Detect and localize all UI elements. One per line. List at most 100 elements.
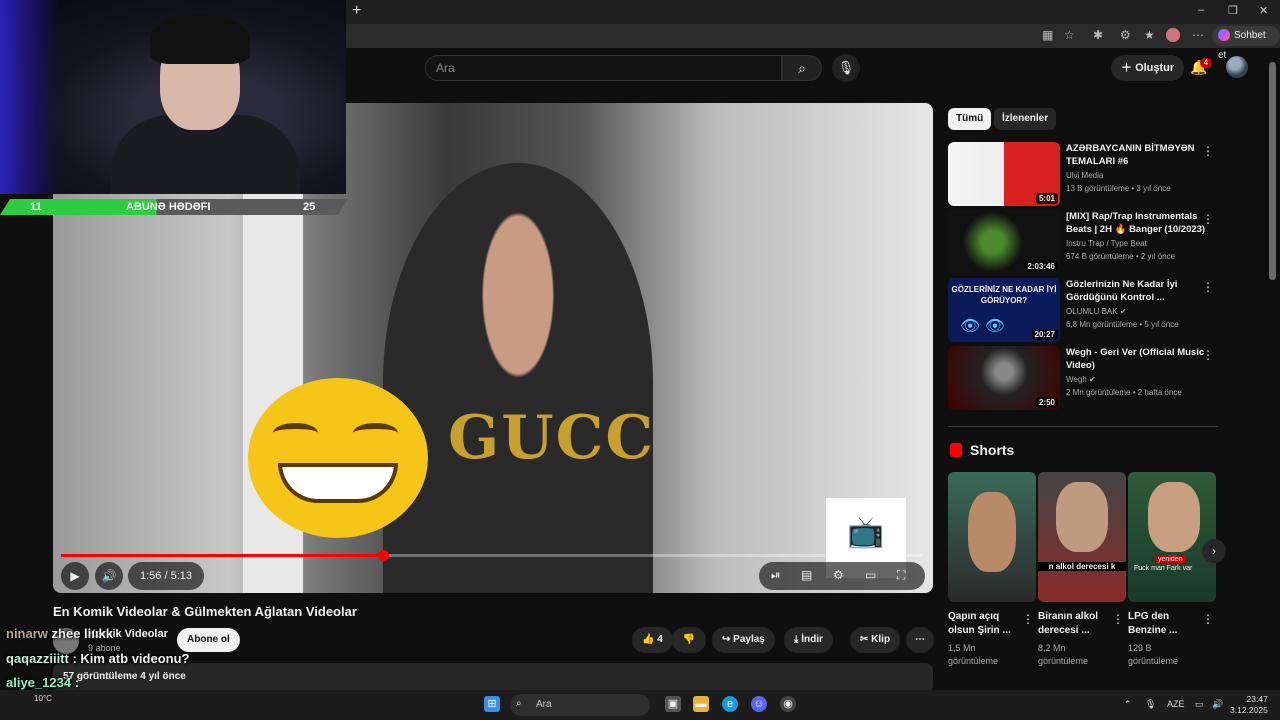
more-vert-icon[interactable]: ⋮ — [1202, 212, 1214, 226]
rec-title: AZƏRBAYCANIN BİTMƏYƏN TEMALARI #6 — [1066, 143, 1195, 167]
more-vert-icon[interactable]: ⋮ — [1202, 280, 1214, 294]
chip-watched[interactable]: İzlenenler — [994, 108, 1057, 130]
duration-badge: 5:01 — [1035, 193, 1058, 204]
download-label: İndir — [801, 634, 823, 645]
subscribe-button[interactable]: Abone ol — [177, 628, 240, 652]
extensions-icon[interactable]: ✱ — [1093, 28, 1103, 42]
search-input[interactable]: Ara — [425, 55, 782, 81]
chevron-up-icon[interactable]: ⌃ — [1124, 699, 1132, 710]
chat-user: aliye_1234 — [6, 675, 72, 690]
recommended-video[interactable]: GÖZLERİNİZ NE KADAR İYİ GÖRÜYOR? 👁 👁 20:… — [948, 278, 1218, 342]
progress-scrubber[interactable] — [377, 550, 389, 561]
microphone-icon[interactable]: 🎙 — [1145, 699, 1156, 710]
account-avatar[interactable] — [1226, 56, 1248, 78]
file-explorer-icon[interactable]: ▬ — [693, 696, 709, 712]
address-bar[interactable] — [346, 24, 1280, 48]
copilot-button[interactable]: Sohbet et — [1212, 26, 1280, 61]
recommended-video[interactable]: 2:03:46 [MIX] Rap/Trap Instrumentals Bea… — [948, 210, 1218, 274]
download-button[interactable]: ⤓ İndir — [784, 627, 833, 653]
voice-search-button[interactable]: 🎙 — [832, 54, 860, 82]
scrollbar-thumb[interactable] — [1269, 62, 1276, 280]
short-caption: Fuck man Fark var — [1134, 565, 1193, 572]
volume-button[interactable]: 🔊 — [95, 562, 123, 590]
profile-avatar[interactable] — [1166, 28, 1180, 42]
share-label: Paylaş — [733, 634, 765, 645]
chip-all[interactable]: Tümü — [948, 108, 992, 130]
close-icon[interactable]: ✕ — [1259, 4, 1268, 17]
view-meta: 57 görüntüleme 4 yıl önce — [63, 671, 186, 682]
short-person — [1148, 482, 1200, 552]
more-actions-button[interactable]: ⋯ — [906, 627, 934, 653]
system-clock[interactable]: 23:47 3.12.2025 — [1230, 694, 1268, 716]
more-vert-icon[interactable]: ⋮ — [1202, 348, 1214, 362]
weather-widget[interactable]: 10°C — [34, 694, 52, 703]
play-button[interactable]: ▶ — [61, 562, 89, 590]
description-box[interactable]: 57 görüntüleme 4 yıl önce — [53, 663, 933, 693]
start-windows-icon[interactable]: ⊞ — [484, 696, 500, 712]
theater-mode-icon[interactable]: ▭ — [865, 568, 876, 582]
more-vert-icon[interactable]: ⋮ — [1022, 612, 1034, 626]
task-view-icon[interactable]: ▣ — [665, 696, 681, 712]
microphone-icon: 🎙 — [837, 60, 855, 75]
more-vert-icon[interactable]: ⋮ — [1112, 612, 1124, 626]
more-menu-icon[interactable]: ⋯ — [1192, 28, 1204, 42]
recommended-video[interactable]: 2:50 Wegh - Geri Ver (Official Music Vid… — [948, 346, 1218, 410]
extension-icon[interactable]: ⚙ — [1120, 28, 1131, 42]
progress-bar[interactable] — [61, 550, 923, 561]
settings-gear-icon[interactable]: ⚙ — [833, 568, 844, 582]
clock-date: 3.12.2025 — [1230, 705, 1268, 715]
chevron-right-icon: › — [1212, 544, 1216, 558]
recommended-video[interactable]: 5:01 AZƏRBAYCANIN BİTMƏYƏN TEMALARI #6 U… — [948, 142, 1218, 206]
like-button[interactable]: 👍 4 — [632, 627, 673, 653]
fullscreen-icon[interactable]: ⛶ — [897, 568, 905, 583]
rec-channel: Wegh ✔ — [1066, 375, 1096, 384]
create-button[interactable]: ＋ Oluştur — [1111, 55, 1185, 81]
subtitles-icon[interactable]: ▤ — [801, 568, 812, 582]
rec-channel: OLUMLU BAK ✔ — [1066, 307, 1127, 316]
volume-icon: 🔊 — [101, 569, 117, 583]
taskbar-search[interactable]: Ara — [510, 694, 650, 716]
share-button[interactable]: ↪ Paylaş — [712, 627, 775, 653]
new-tab-button[interactable]: + — [352, 2, 361, 20]
favorites-icon[interactable]: ★ — [1144, 28, 1155, 42]
favorite-star-icon[interactable]: ☆ — [1064, 28, 1075, 42]
short-thumbnail[interactable]: n alkol derecesi k — [1038, 472, 1126, 602]
shorts-heading: Shorts — [970, 442, 1015, 458]
minimize-icon[interactable]: – — [1198, 4, 1204, 16]
autoplay-toggle[interactable]: ⏯ — [771, 568, 781, 583]
thumbnail-text: GÖZLERİNİZ NE KADAR İYİ GÖRÜYOR? — [951, 285, 1057, 305]
more-vert-icon[interactable]: ⋮ — [1202, 612, 1214, 626]
network-icon[interactable]: ▭ — [1195, 699, 1204, 710]
shorts-next-button[interactable]: › — [1202, 539, 1226, 563]
time-display: 1:56 / 5:13 — [128, 562, 204, 590]
volume-icon[interactable]: 🔊 — [1212, 699, 1223, 710]
dislike-button[interactable]: 👎 — [672, 627, 706, 653]
chat-message: aliye_1234 : — [6, 675, 80, 690]
emoji-mouth — [278, 463, 398, 503]
divider — [948, 426, 1218, 427]
emoji-eye — [273, 423, 318, 443]
short-title: LPG den Benzine ... — [1128, 611, 1178, 636]
player-right-controls: ⏯ ▤ ⚙ ▭ ⛶ — [759, 562, 925, 590]
edge-browser-icon[interactable]: e — [722, 696, 738, 712]
thumbs-up-icon: 👍 — [642, 634, 658, 645]
chat-user: ninarw — [6, 626, 48, 641]
plus-icon: ＋ — [1121, 62, 1136, 74]
short-thumbnail[interactable] — [948, 472, 1036, 602]
like-count: 4 — [657, 634, 663, 645]
maximize-icon[interactable]: ❐ — [1228, 4, 1238, 17]
discord-icon[interactable]: ☺ — [751, 696, 767, 712]
progress-fill — [61, 554, 383, 557]
app-icon[interactable]: ▦ — [1042, 28, 1053, 42]
clip-button[interactable]: ✂ Klip — [850, 627, 901, 653]
input-language[interactable]: AZE — [1167, 699, 1185, 709]
webcam-overlay — [0, 0, 346, 194]
search-button[interactable]: ⌕ — [782, 55, 822, 81]
play-icon: ▶ — [70, 569, 80, 583]
more-vert-icon[interactable]: ⋮ — [1202, 144, 1214, 158]
short-thumbnail[interactable]: yeniden Fuck man Fark var — [1128, 472, 1216, 602]
obs-icon[interactable]: ◉ — [780, 696, 796, 712]
copilot-icon — [1218, 29, 1230, 42]
rec-channel-name: OLUMLU BAK — [1066, 307, 1118, 316]
short-person — [968, 492, 1016, 572]
